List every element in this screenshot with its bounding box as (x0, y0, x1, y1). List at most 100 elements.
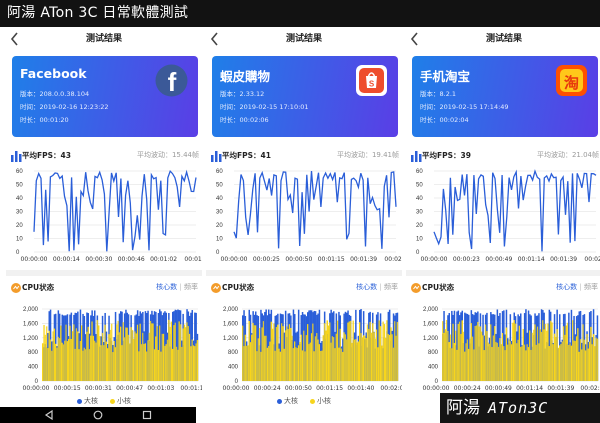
test-time: 时间：2019-02-15 17:10:01 (220, 103, 309, 111)
cpu-x-axis: 00:00:00 00:00:15 00:00:31 00:00:47 00:01:03… (6, 385, 202, 395)
cpu-small-core-bar (526, 344, 528, 381)
frequency-link[interactable]: 频率 (184, 283, 198, 291)
fps-x-tick: 00:01:15 (317, 256, 345, 263)
cpu-small-core-bar (77, 331, 79, 381)
cpu-chart: 2,0001,6001,2008004000 (23, 307, 199, 385)
cpu-small-core-bar (257, 338, 260, 381)
cpu-small-core-bar (582, 324, 584, 381)
core-count-link[interactable]: 核心数 (156, 283, 177, 291)
cpu-small-core-bar (501, 333, 504, 381)
cpu-small-core-bar (517, 339, 519, 381)
cpu-small-core-bar (156, 326, 158, 381)
cpu-small-core-bar (346, 339, 348, 381)
cpu-x-tick: 00:00:49 (484, 385, 512, 392)
cpu-small-core-bar (109, 329, 112, 381)
page-banner: 阿湯 ATon 3C 日常軟體測試 (0, 0, 600, 27)
cpu-small-core-bar (499, 338, 501, 381)
fps-x-tick: 00:00:00 (220, 256, 248, 263)
cpu-x-tick: 00:00:31 (84, 385, 112, 392)
cpu-small-core-bar (556, 329, 558, 381)
app-version: 版本：208.0.0.38.104 (20, 90, 90, 98)
legend-dot-big-core (277, 398, 282, 404)
cpu-small-core-bar (252, 322, 254, 381)
cpu-small-core-bar (58, 338, 61, 381)
fps-y-tick: 40 (216, 196, 223, 202)
cpu-small-core-bar (125, 327, 127, 381)
cpu-small-core-bar (269, 341, 271, 381)
cpu-small-core-bar (321, 350, 323, 381)
cpu-small-core-bar (385, 337, 387, 381)
back-triangle-icon[interactable] (44, 410, 54, 420)
cpu-status-title: CPU状态 (422, 283, 455, 292)
watermark-brand: ATon3C (488, 399, 549, 417)
cpu-small-core-bar (245, 345, 248, 381)
cpu-small-core-bar (334, 348, 336, 381)
cpu-x-tick: 00:00:24 (453, 385, 481, 392)
home-circle-icon[interactable] (93, 410, 103, 420)
cpu-small-core-bar (131, 329, 134, 381)
cpu-small-core-bar (147, 340, 149, 381)
cpu-small-core-bar (284, 330, 287, 381)
cpu-small-core-bar (155, 336, 157, 381)
cpu-small-core-bar (108, 334, 110, 381)
cpu-small-core-bar (164, 345, 166, 381)
cpu-small-core-bar (343, 332, 345, 381)
cpu-view-toggle: 核心数 | 频率 (356, 282, 398, 292)
cpu-small-core-bar (92, 335, 95, 381)
cpu-small-core-bar (549, 320, 552, 381)
cpu-small-core-bar (291, 335, 293, 381)
cpu-small-core-bar (242, 325, 244, 381)
cpu-small-core-bar (44, 334, 47, 381)
cpu-small-core-bar (133, 338, 135, 381)
cpu-small-core-bar (317, 339, 319, 381)
cpu-small-core-bar (594, 346, 596, 381)
cpu-small-core-bar (383, 324, 386, 381)
cpu-small-core-bar (561, 341, 564, 381)
nav-title: 测试结果 (85, 34, 122, 44)
cpu-small-core-bar (565, 325, 567, 381)
cpu-y-tick: 1,600 (423, 321, 439, 327)
cpu-x-tick: 00:01:14 (516, 385, 544, 392)
core-count-link[interactable]: 核心数 (356, 283, 377, 291)
cpu-small-core-bar (351, 342, 353, 381)
fps-y-tick: 60 (216, 169, 223, 175)
cpu-small-core-bar (62, 344, 65, 381)
cpu-small-core-bar (353, 339, 356, 381)
cpu-small-core-bar (469, 338, 471, 381)
frequency-link[interactable]: 频率 (584, 283, 598, 291)
recents-square-icon[interactable] (142, 410, 152, 420)
cpu-small-core-bar (500, 344, 502, 381)
cpu-small-core-bar (336, 320, 339, 381)
app-version: 版本：2.33.12 (220, 90, 265, 98)
cpu-small-core-bar (366, 324, 369, 381)
cpu-status-row: CPU状态 核心数 | 频率 (6, 280, 202, 294)
cpu-small-core-bar (114, 347, 117, 381)
cpu-small-core-bar (256, 351, 258, 381)
cpu-small-core-bar (349, 320, 352, 381)
cpu-small-core-bar (187, 326, 190, 381)
cpu-small-core-bar (292, 348, 295, 381)
cpu-small-core-bar (475, 325, 478, 381)
frequency-link[interactable]: 频率 (384, 283, 398, 291)
cpu-y-tick: 1,200 (423, 336, 439, 342)
cpu-small-core-bar (453, 342, 456, 381)
cpu-small-core-bar (195, 343, 197, 381)
cpu-small-core-bar (394, 321, 396, 381)
legend-big-core: 大核 (284, 397, 298, 405)
core-count-link[interactable]: 核心数 (556, 283, 577, 291)
cpu-x-tick: 00:00:47 (116, 385, 144, 392)
cpu-small-core-bar (100, 345, 102, 381)
cpu-small-core-bar (130, 327, 132, 381)
cpu-small-core-bar (55, 343, 57, 381)
cpu-small-core-bar (547, 323, 549, 381)
fps-series-line (233, 170, 397, 249)
nav-bar: 测试结果 (6, 27, 202, 51)
fps-x-tick: 00:00:49 (485, 256, 513, 263)
cpu-small-core-bar (497, 346, 500, 381)
cpu-small-core-bar (90, 335, 92, 381)
cpu-small-core-bar (465, 343, 467, 381)
cpu-small-core-bar (591, 344, 593, 381)
cpu-small-core-bar (448, 342, 450, 381)
taobao-app-icon: 淘 (555, 64, 588, 97)
cpu-small-core-bar (173, 325, 175, 381)
